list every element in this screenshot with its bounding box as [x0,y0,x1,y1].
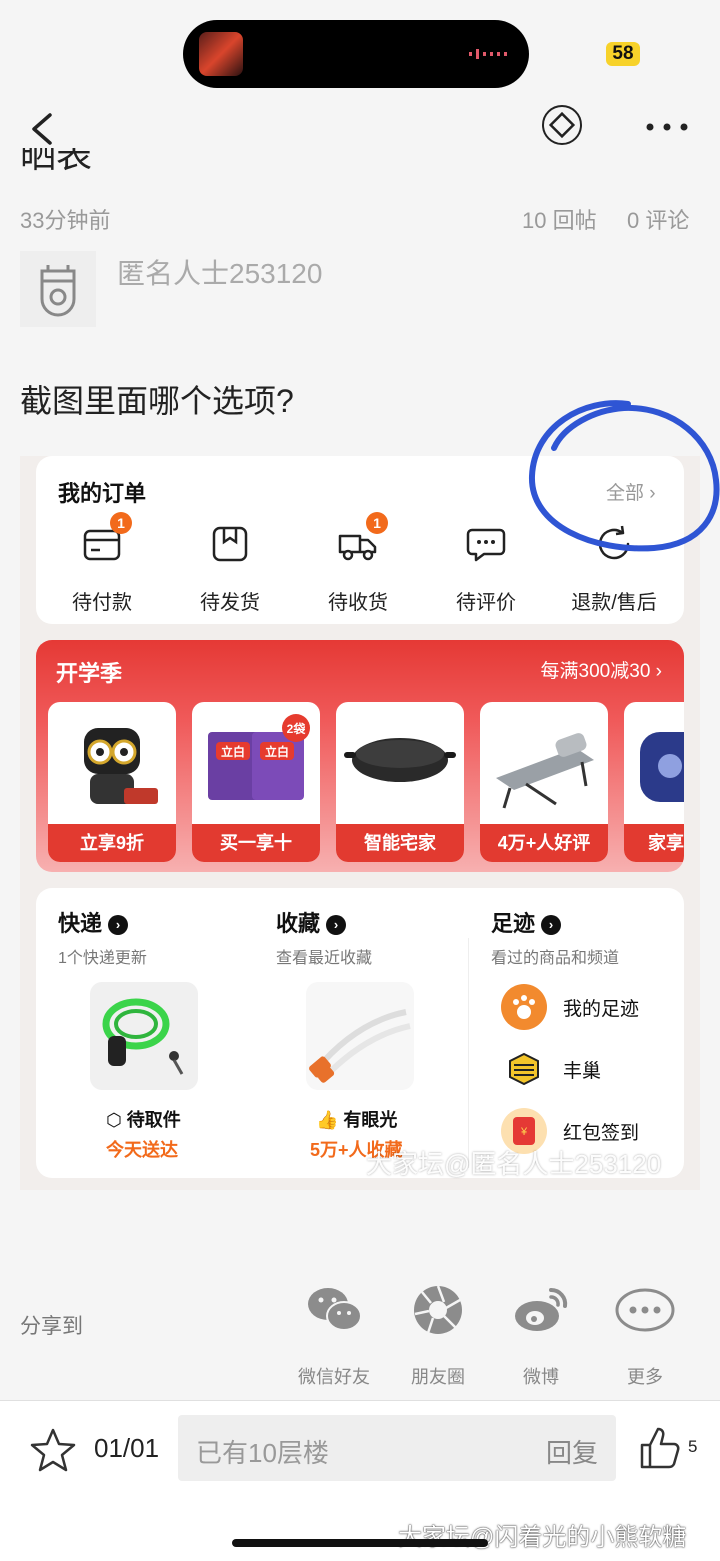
navigation-bar [0,95,720,163]
reply-input[interactable]: 已有10层楼 回复 [178,1415,616,1481]
share-label: 分享到 [20,1315,83,1338]
order-label: 待付款 [72,592,132,614]
product-tag: 智能宅家 [336,824,464,862]
order-to-receive: 1 待收货 [308,512,408,615]
order-to-ship: 待发货 [180,522,280,615]
share-moments[interactable]: 朋友圈 [388,1282,488,1389]
orders-title: 我的订单 [58,481,147,506]
arrow-right-icon: › [108,915,129,935]
product-tag: 买一享十 [192,824,320,862]
product-tag: 家享 [624,824,684,862]
more-dots-icon [615,1288,675,1332]
moments-aperture-icon [414,1285,462,1334]
svg-text:立白: 立白 [221,744,245,759]
thumbs-up-icon[interactable] [638,1423,682,1471]
tmall-cat-figure-image [84,728,158,804]
order-label: 退款/售后 [571,592,657,614]
product-card: 4万+人好评 [480,702,608,862]
badge: 1 [110,512,132,534]
express-title: 快递 [58,911,103,936]
footprints-title: 足迹 [491,911,536,936]
bottom-toolbar: 01/01 已有10层楼 回复 5 大家坛@闪着光的小熊软糖 [0,1401,720,1561]
battery-indicator: 58 [606,42,640,66]
share-weibo[interactable]: 微博 [491,1282,591,1389]
reply-button[interactable]: 回复 [546,1433,598,1470]
svg-text:¥: ¥ [520,1126,528,1138]
package-icon [212,526,248,562]
dynamic-island [183,20,529,88]
promo-link: 每满300减30 › [540,661,662,682]
badge: 1 [366,512,388,534]
anonymous-avatar-icon [40,265,76,317]
detergent-bags-image: 立白 立白 2袋 [208,714,310,800]
audio-wave-icon [469,49,507,59]
arrow-right-icon: › [326,915,347,935]
promo-title: 开学季 [56,661,123,686]
post-image[interactable]: 我的订单 全部 › 1 待付款 待发货 1 待收货 待评价 退款/售后 开学季 … [20,456,700,1190]
order-label: 待收货 [328,592,388,614]
folding-bed-image [496,733,594,809]
order-label: 待评价 [456,592,516,614]
usb-cable-image [306,982,414,1090]
svg-text:立白: 立白 [265,744,289,759]
diamond-icon[interactable] [542,105,582,145]
reply-placeholder: 已有10层楼 [196,1438,329,1468]
image-watermark: 大家坛@匿名人士253120 [366,1149,662,1179]
avatar[interactable] [20,251,96,327]
wok-image [344,738,456,782]
order-label: 待发货 [200,592,260,614]
hive-box-icon [501,1046,547,1092]
express-section: 快递 › 1个快递更新 [58,888,147,968]
hand-drawn-circle-annotation [528,400,720,552]
chat-bubble-icon [466,528,506,562]
favorites-sub: 查看最近收藏 [276,950,373,967]
footprints-section: 足迹 › 看过的商品和频道 [491,888,619,968]
reply-count[interactable]: 10 回帖 [522,203,597,235]
bike-lock-image [90,982,198,1090]
express-note: 今天送达 [106,1140,178,1160]
product-card: 立白 立白 2袋 买一享十 [192,702,320,862]
favorites-section: 收藏 › 查看最近收藏 [276,888,372,968]
product-card: 立享9折 [48,702,176,862]
like-count: 5 [688,1437,698,1456]
footprint-item: 我的足迹 [491,984,691,1034]
post-body: 截图里面哪个选项? [20,383,294,419]
express-sub: 1个快递更新 [58,950,147,967]
services-card: 快递› 1个快递更新 ⬡ 待取件 今天送达 收藏› 查看最近收藏 � [36,888,684,1178]
order-to-review: 待评价 [436,522,536,615]
order-pending-payment: 1 待付款 [52,512,152,615]
product-tag: 4万+人好评 [480,824,608,862]
express-status: ⬡ 待取件 [106,1110,181,1130]
favorites-title: 收藏 [276,911,321,936]
promo-banner: 开学季 每满300减30 › 立享9折 立白 立白 2袋 买一享十 智能宅家 4… [36,640,684,872]
paw-icon [501,984,547,1030]
rice-cooker-image [640,732,684,802]
product-card: 家享 [624,702,684,862]
product-tag: 立享9折 [48,824,176,862]
svg-text:2袋: 2袋 [287,721,307,736]
weibo-icon [515,1287,568,1331]
share-wechat[interactable]: 微信好友 [284,1282,384,1389]
now-playing-artwork [199,32,243,76]
share-more[interactable]: 更多 [595,1282,695,1389]
page-indicator[interactable]: 01/01 [94,1433,159,1464]
product-card: 智能宅家 [336,702,464,862]
more-options-icon[interactable] [642,107,692,147]
home-indicator [232,1539,488,1547]
arrow-right-icon: › [541,915,562,935]
post-title: 晒表 [20,148,93,174]
back-arrow-icon[interactable] [20,107,64,151]
favorites-status: 👍 有眼光 [316,1110,398,1130]
favorite-star-icon[interactable] [30,1427,76,1473]
comment-count[interactable]: 0 评论 [627,203,689,235]
post-time: 33分钟前 [20,208,111,233]
footprints-sub: 看过的商品和频道 [491,950,620,967]
author-name[interactable]: 匿名人士253120 [117,252,322,292]
wechat-icon [308,1288,362,1331]
footprint-item: 丰巢 [491,1046,691,1096]
divider [468,938,469,1168]
